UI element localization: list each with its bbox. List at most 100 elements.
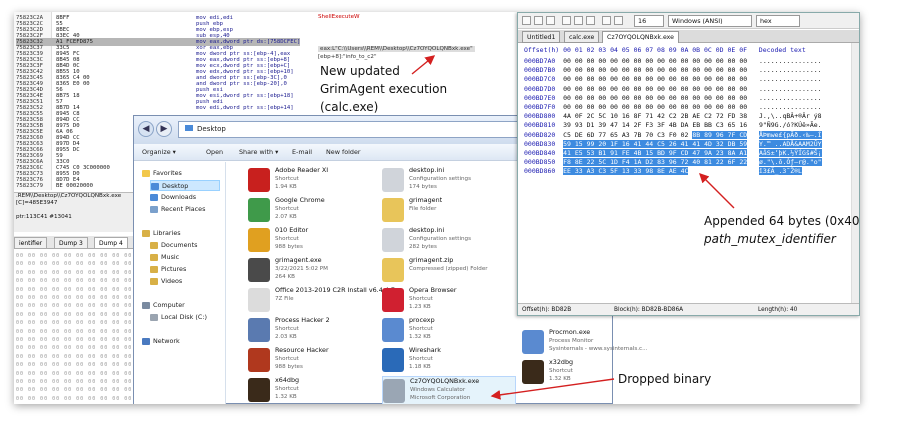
hex-row[interactable]: 000BD800 4A 0F 2C 5C 10 16 8F 71 42 C2 2…	[524, 112, 822, 121]
hex-row[interactable]: 000BD7E0 00 00 00 00 00 00 00 00 00 00 0…	[524, 94, 822, 103]
nav-item-label: Libraries	[153, 229, 181, 237]
file-item[interactable]: grimagent File folder	[382, 196, 516, 229]
base-select[interactable]: hex	[756, 15, 800, 27]
file-item[interactable]: desktop.ini Configuration settings 282 byt…	[382, 226, 516, 259]
hex-row[interactable]: 000BD810 39 93 D1 39 47 14 2F F3 3F 4B D…	[524, 121, 822, 130]
hex-offset: 000BD850	[524, 158, 564, 167]
file-item[interactable]: Cz7OYQOLQNBxk.exe Windows Calculator Micro…	[382, 376, 516, 404]
file-item[interactable]: 010 Editor Shortcut 988 bytes	[248, 226, 382, 259]
back-button[interactable]: ◀	[138, 121, 154, 137]
file-detail: Shortcut	[549, 368, 573, 374]
dump-row: 00 00 00 00 00 00 00 00 00 00 00	[16, 311, 145, 318]
file-item[interactable]: Office 2013-2019 C2R Install v6.4.4.7z 7Z…	[248, 286, 398, 319]
file-name: procexp	[409, 316, 435, 324]
file-item[interactable]: Process Hacker 2 Shortcut 2.03 KB	[248, 316, 382, 349]
hex-offset: 000BD7A0	[524, 57, 564, 65]
file-item[interactable]: Opera Browser Shortcut 1.23 KB	[382, 286, 516, 319]
hex-byte: 0F	[574, 112, 587, 121]
hex-byte: 5C	[598, 158, 611, 167]
hex-byte: 00	[563, 57, 575, 65]
hex-row[interactable]: 000BD7A0 00 00 00 00 00 00 00 00 00 00 0…	[524, 57, 822, 66]
hex-row[interactable]: 000BD7F0 00 00 00 00 00 00 00 00 00 00 0…	[524, 103, 822, 112]
annotation-appended-line1: Appended 64 bytes (0x40)	[704, 214, 860, 228]
file-item[interactable]: Procmon.exe Process Monitor Sysinternals -…	[522, 328, 647, 361]
paste-icon[interactable]	[586, 16, 595, 25]
forward-button[interactable]: ▶	[156, 121, 172, 137]
file-item[interactable]: Resource Hacker Shortcut 988 bytes	[248, 346, 382, 379]
tab-dump-4[interactable]: Dump 4	[94, 237, 128, 249]
hex-byte: 00	[692, 103, 705, 111]
undo-icon[interactable]	[602, 16, 611, 25]
file-item[interactable]: grimagent.zip Compressed (zipped) Folder	[382, 256, 516, 289]
charset-select[interactable]: Windows (ANSI)	[668, 15, 752, 27]
hex-byte: 00	[668, 103, 681, 111]
find-icon[interactable]	[614, 16, 623, 25]
organize-button[interactable]: Organize ▾	[142, 147, 176, 158]
file-detail: Shortcut	[275, 236, 299, 242]
hex-byte: 7B	[633, 130, 646, 139]
hex-byte: 00	[704, 93, 716, 102]
hex-byte: 00	[715, 93, 728, 102]
copy-icon[interactable]	[574, 16, 583, 25]
file-detail: File folder	[409, 206, 437, 212]
dump-row: 00 00 00 00 00 00 00 00 00 00 00	[16, 370, 145, 377]
hex-byte: 00	[598, 84, 611, 93]
hex-row[interactable]: 000BD820 C5 DE 6D 77 65 A3 7B 70 C3 F0 0…	[524, 130, 822, 140]
nav-item[interactable]: Computer	[142, 300, 185, 311]
file-item[interactable]: procexp Shortcut 1.32 KB	[382, 316, 516, 349]
hex-row[interactable]: 000BD860 EE 33 A3 C3 5F 13 33 98 8E AE 4…	[524, 167, 802, 176]
tab-calc-exe[interactable]: calc.exe	[564, 31, 600, 43]
dump-row: 00 00 00 00 00 00 00 00 00 00 00	[16, 328, 145, 335]
nav-item[interactable]: Music	[150, 252, 179, 263]
new-file-icon[interactable]	[522, 16, 531, 25]
open-file-icon[interactable]	[534, 16, 543, 25]
file-item[interactable]: Google Chrome Shortcut 2.07 KB	[248, 196, 382, 229]
hex-byte: 53	[586, 149, 599, 157]
nav-item[interactable]: Downloads	[150, 192, 196, 203]
file-item[interactable]: Wireshark Shortcut 1.18 KB	[382, 346, 516, 379]
nav-item[interactable]: Desktop	[150, 180, 220, 191]
nav-item[interactable]: Local Disk (C:)	[150, 312, 207, 323]
font-size-select[interactable]: 16	[634, 15, 664, 27]
share-with-button[interactable]: Share with ▾	[239, 147, 278, 158]
hex-byte: 00	[633, 66, 646, 75]
file-detail: 7Z File	[275, 296, 294, 302]
tab-dump-3[interactable]: Dump 3	[54, 237, 88, 249]
file-item[interactable]: grimagent.exe 3/22/2021 5:02 PM 264 KB	[248, 256, 382, 289]
nav-item[interactable]: Network	[142, 336, 180, 347]
file-icon	[382, 288, 404, 312]
hex-row[interactable]: 000BD7B0 00 00 00 00 00 00 00 00 00 00 0…	[524, 66, 822, 75]
nav-item-label: Music	[161, 253, 180, 261]
hex-byte: 00	[727, 103, 740, 111]
file-item[interactable]: Adobe Reader XI Shortcut 1.94 KB	[248, 166, 382, 199]
hex-byte: 00	[574, 57, 587, 65]
nav-item[interactable]: Documents	[150, 240, 197, 251]
email-button[interactable]: E-mail	[292, 147, 312, 158]
tab-cz7oyqolqnbxk-exe[interactable]: Cz7OYQOLQNBxk.exe	[602, 31, 679, 43]
nav-item[interactable]: Recent Places	[150, 204, 205, 215]
nav-item[interactable]: Videos	[150, 276, 182, 287]
file-item[interactable]: x32dbg Shortcut 1.32 KB	[522, 358, 618, 391]
nav-item[interactable]: Libraries	[142, 228, 181, 239]
file-item[interactable]: x64dbg Shortcut 1.32 KB	[248, 376, 382, 404]
hex-row[interactable]: 000BD7C0 00 00 00 00 00 00 00 00 00 00 0…	[524, 75, 822, 84]
hex-row[interactable]: 000BD7D0 00 00 00 00 00 00 00 00 00 00 0…	[524, 85, 822, 94]
open-button[interactable]: Open	[206, 147, 223, 158]
hex-row[interactable]: 000BD850 F8 8E 22 5C 1D F4 1A D2 83 96 7…	[524, 158, 822, 167]
tab-identifier[interactable]: ientifier	[14, 237, 48, 249]
hex-byte: 4B	[633, 149, 646, 157]
nav-item[interactable]: Pictures	[150, 264, 186, 275]
hex-scrollbar[interactable]	[851, 43, 859, 305]
hex-row[interactable]: 000BD840 41 E5 53 B1 91 FE 4B 15 BD 9F C…	[524, 149, 822, 158]
hex-byte: 10	[610, 112, 622, 121]
hex-row[interactable]: 000BD830 59 15 99 20 1F 16 41 44 C5 26 4…	[524, 139, 822, 149]
save-icon[interactable]	[546, 16, 555, 25]
navigation-pane: Favorites Desktop Downloads Recent Places Li…	[134, 162, 226, 404]
dump-row: 00 00 00 00 00 00 00 00 00 00 00	[16, 269, 145, 276]
tab-untitled1[interactable]: Untitled1	[522, 31, 561, 43]
cut-icon[interactable]	[562, 16, 571, 25]
nav-item[interactable]: Favorites	[142, 168, 182, 179]
new-folder-button[interactable]: New folder	[326, 147, 361, 158]
file-item[interactable]: desktop.ini Configuration settings 174 byt…	[382, 166, 516, 199]
hex-byte: 4B	[668, 121, 681, 130]
